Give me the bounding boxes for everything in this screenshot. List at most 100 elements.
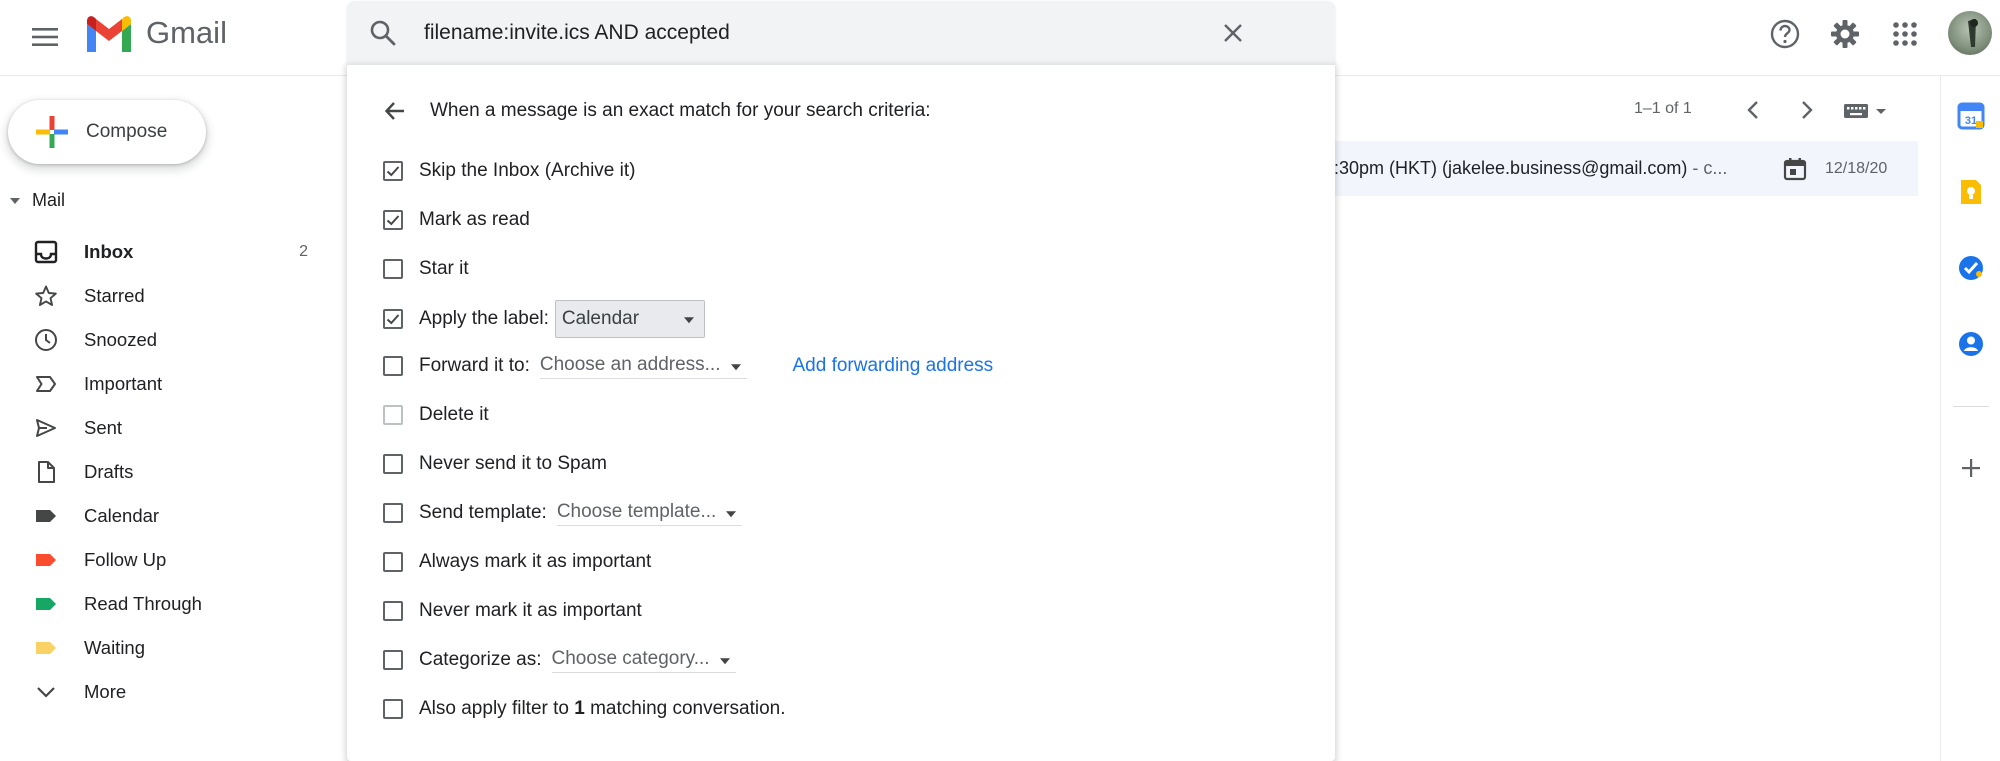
chevron-down-icon — [32, 678, 60, 706]
back-button[interactable] — [379, 95, 411, 127]
send-template-checkbox[interactable] — [383, 503, 403, 523]
chevron-left-icon — [1747, 101, 1758, 119]
option-delete: Delete it — [383, 400, 489, 430]
add-forwarding-address-link[interactable]: Add forwarding address — [793, 355, 994, 377]
filter-heading: When a message is an exact match for you… — [430, 100, 931, 121]
search-bar[interactable]: filename:invite.ics AND accepted — [347, 1, 1335, 65]
sidebar-item-label: Sent — [84, 417, 123, 438]
option-categorize: Categorize as: Choose category... — [383, 645, 736, 675]
draft-icon — [32, 458, 60, 486]
option-mark-read: Mark as read — [383, 205, 530, 235]
sidebar-item-label: Waiting — [84, 637, 146, 658]
sidebar-item-important[interactable]: Important — [0, 362, 330, 406]
checkmark-icon — [386, 314, 400, 325]
option-always-important: Always mark it as important — [383, 547, 651, 577]
side-panel-rail: 31 — [1940, 76, 2000, 761]
never-important-checkbox[interactable] — [383, 601, 403, 621]
forward-checkbox[interactable] — [383, 356, 403, 376]
add-addon-plus-icon[interactable] — [1955, 452, 1987, 484]
skip-inbox-checkbox[interactable] — [383, 161, 403, 181]
label-select[interactable]: Calendar — [554, 300, 705, 338]
delete-it-checkbox[interactable] — [383, 405, 403, 425]
send-template-label: Send template: — [419, 502, 547, 523]
forward-address-select[interactable]: Choose an address... — [539, 354, 747, 379]
sidebar-item-snoozed[interactable]: Snoozed — [0, 318, 330, 362]
create-filter-panel: When a message is an exact match for you… — [347, 65, 1335, 761]
apps-grid-icon[interactable] — [1885, 14, 1925, 54]
dropdown-caret-icon — [726, 510, 737, 517]
older-button[interactable] — [1790, 94, 1822, 126]
google-calendar-icon[interactable]: 31 — [1955, 100, 1987, 132]
label-icon — [32, 590, 60, 618]
dropdown-caret-icon — [683, 317, 694, 324]
mail-section-label: Mail — [32, 190, 66, 210]
star-icon — [32, 282, 60, 310]
caret-down-icon — [10, 197, 20, 204]
also-apply-suffix: matching conversation. — [584, 698, 786, 719]
category-select[interactable]: Choose category... — [551, 647, 736, 673]
main-menu-button[interactable] — [20, 12, 70, 62]
account-avatar[interactable] — [1948, 11, 1992, 55]
label-select-value: Calendar — [561, 308, 640, 329]
also-apply-checkbox[interactable] — [383, 699, 403, 719]
checkmark-icon — [386, 215, 400, 226]
compose-button[interactable]: Compose — [8, 100, 206, 164]
google-keep-icon[interactable] — [1955, 176, 1987, 208]
also-apply-label: Also apply filter to 1 matching conversa… — [419, 698, 786, 720]
gmail-logo[interactable]: Gmail — [84, 14, 227, 52]
newer-button[interactable] — [1738, 94, 1770, 126]
sidebar-item-sent[interactable]: Sent — [0, 406, 330, 450]
always-important-label: Always mark it as important — [419, 551, 652, 572]
never-spam-checkbox[interactable] — [383, 454, 403, 474]
sidebar-item-more[interactable]: More — [0, 670, 330, 714]
settings-gear-icon[interactable] — [1825, 14, 1865, 54]
input-tools-button[interactable] — [1842, 98, 1892, 130]
categorize-checkbox[interactable] — [383, 650, 403, 670]
help-icon[interactable] — [1765, 14, 1805, 54]
mark-read-checkbox[interactable] — [383, 210, 403, 230]
snippet-tail: - c... — [1687, 158, 1728, 178]
sidebar-item-inbox[interactable]: Inbox 2 — [0, 230, 330, 274]
star-it-label: Star it — [419, 258, 469, 279]
option-never-important: Never mark it as important — [383, 596, 642, 626]
never-important-label: Never mark it as important — [419, 600, 642, 621]
message-snippet: :30pm (HKT) (jakelee.business@gmail.com)… — [1334, 158, 1727, 179]
important-icon — [32, 370, 60, 398]
sidebar-item-label: Inbox — [84, 241, 134, 262]
mail-section-toggle[interactable]: Mail — [8, 190, 65, 211]
always-important-checkbox[interactable] — [383, 552, 403, 572]
apply-label-label: Apply the label: — [419, 308, 549, 329]
google-contacts-icon[interactable] — [1955, 328, 1987, 360]
arrow-back-icon — [384, 102, 404, 120]
categorize-label: Categorize as: — [419, 649, 542, 670]
clock-icon — [32, 326, 60, 354]
option-forward: Forward it to: Choose an address... Add … — [383, 351, 993, 381]
category-select-value: Choose category... — [551, 647, 710, 669]
sidebar-item-read-through[interactable]: Read Through — [0, 582, 330, 626]
delete-it-label: Delete it — [419, 404, 489, 425]
template-select-value: Choose template... — [556, 500, 717, 522]
dropdown-caret-icon — [719, 657, 730, 664]
sidebar-item-follow-up[interactable]: Follow Up — [0, 538, 330, 582]
rail-divider — [1953, 406, 1989, 407]
sidebar-item-starred[interactable]: Starred — [0, 274, 330, 318]
sidebar-item-drafts[interactable]: Drafts — [0, 450, 330, 494]
clear-search-icon[interactable] — [1215, 15, 1251, 51]
snippet-text: :30pm (HKT) (jakelee.business@gmail.com) — [1334, 158, 1688, 178]
unread-count: 2 — [299, 243, 308, 260]
sidebar-item-calendar-label[interactable]: Calendar — [0, 494, 330, 538]
chevron-right-icon — [1802, 101, 1813, 119]
matching-count: 1 — [574, 698, 585, 719]
star-it-checkbox[interactable] — [383, 259, 403, 279]
sidebar-item-waiting[interactable]: Waiting — [0, 626, 330, 670]
sidebar-item-label: Drafts — [84, 461, 134, 482]
search-icon[interactable] — [367, 17, 399, 49]
google-tasks-icon[interactable] — [1955, 252, 1987, 284]
search-input[interactable]: filename:invite.ics AND accepted — [424, 21, 730, 45]
apply-label-checkbox[interactable] — [383, 309, 403, 329]
template-select[interactable]: Choose template... — [556, 500, 743, 526]
option-send-template: Send template: Choose template... — [383, 498, 743, 528]
sidebar-item-label: Important — [84, 373, 163, 394]
sidebar-item-label: Starred — [84, 285, 145, 306]
compose-label: Compose — [86, 121, 168, 142]
